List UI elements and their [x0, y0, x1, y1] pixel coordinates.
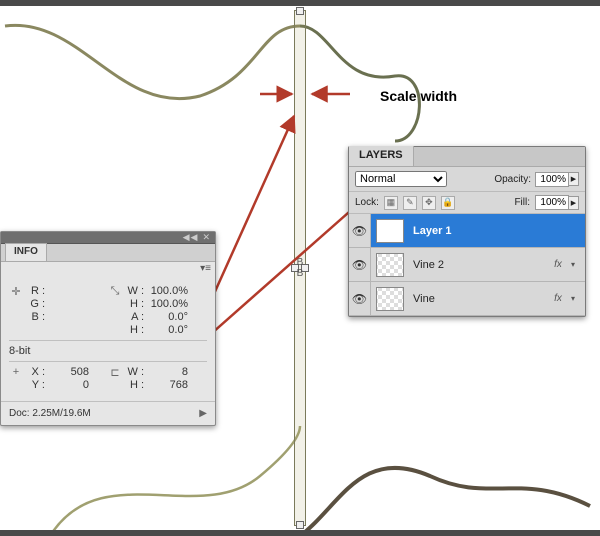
transform-percent-icon: ⤡	[108, 285, 122, 298]
chevron-right-icon[interactable]: ▶	[199, 408, 207, 419]
fill-label: Fill:	[514, 197, 530, 208]
layer-thumbnail[interactable]	[376, 253, 404, 277]
layer-row[interactable]: 👁 Vine fx ▾	[349, 282, 585, 316]
rgb-readout: R : G : B :	[27, 285, 89, 323]
layer-name[interactable]: Vine	[409, 293, 545, 305]
visibility-toggle-icon[interactable]: 👁	[352, 258, 367, 272]
layer-row[interactable]: 👁 Vine 2 fx ▾	[349, 248, 585, 282]
layers-panel[interactable]: LAYERS Normal Opacity: ▶ Lock: ▦ ✎ ✥ 🔒 F…	[348, 146, 586, 317]
transform-center-mark: B B	[297, 257, 304, 279]
canvas[interactable]: B B Scale width ◀◀ ✕ INFO ▾≡ ✛	[0, 6, 600, 530]
lock-all-icon[interactable]: 🔒	[441, 196, 455, 210]
doc-size-readout: Doc: 2.25M/19.6M ▶	[1, 401, 215, 425]
info-panel[interactable]: ◀◀ ✕ INFO ▾≡ ✛ R : G : B : ⤡	[0, 231, 216, 426]
chevron-down-icon[interactable]: ▾	[571, 260, 585, 269]
layer-name[interactable]: Layer 1	[409, 225, 545, 237]
panel-close-icon[interactable]: ✕	[202, 232, 211, 243]
lock-position-icon[interactable]: ✥	[422, 196, 436, 210]
dimensions-readout: W :8 H :768	[126, 366, 188, 391]
blend-mode-select[interactable]: Normal	[355, 171, 447, 187]
dimensions-icon: ⊏	[108, 366, 122, 379]
annotation-label: Scale width	[380, 88, 457, 104]
layer-thumbnail[interactable]	[376, 219, 404, 243]
transform-bounding-box[interactable]: B B	[294, 10, 306, 526]
visibility-toggle-icon[interactable]: 👁	[352, 292, 367, 306]
layer-row[interactable]: 👁 Layer 1	[349, 214, 585, 248]
panel-menu-icon[interactable]: ▾≡	[200, 263, 211, 274]
lock-pixels-icon[interactable]: ✎	[403, 196, 417, 210]
layers-tab[interactable]: LAYERS	[349, 146, 414, 166]
lock-label: Lock:	[355, 197, 379, 208]
position-readout: X :508 Y :0	[27, 366, 89, 391]
transform-handle-bottom[interactable]	[296, 521, 304, 529]
bit-depth-readout: 8-bit	[9, 345, 108, 357]
fx-badge[interactable]: fx	[545, 293, 571, 304]
opacity-label: Opacity:	[494, 174, 531, 185]
layer-name[interactable]: Vine 2	[409, 259, 545, 271]
position-icon: +	[9, 366, 23, 378]
transform-percent-readout: W :100.0% H :100.0% A :0.0° H :0.0°	[126, 285, 188, 336]
fx-badge[interactable]: fx	[545, 259, 571, 270]
info-tab[interactable]: INFO	[5, 243, 47, 261]
layer-list: 👁 Layer 1 👁 Vine 2 fx ▾ 👁 Vine fx ▾	[349, 214, 585, 316]
chevron-down-icon[interactable]: ▾	[571, 294, 585, 303]
fill-input[interactable]	[535, 195, 569, 210]
eyedropper-icon: ✛	[9, 285, 23, 298]
layer-thumbnail[interactable]	[376, 287, 404, 311]
opacity-input[interactable]	[535, 172, 569, 187]
fill-flyout-icon[interactable]: ▶	[569, 196, 579, 210]
visibility-toggle-icon[interactable]: 👁	[352, 224, 367, 238]
lock-transparent-icon[interactable]: ▦	[384, 196, 398, 210]
transform-handle-top[interactable]	[296, 7, 304, 15]
opacity-flyout-icon[interactable]: ▶	[569, 172, 579, 186]
panel-collapse-icon[interactable]: ◀◀	[183, 232, 199, 243]
